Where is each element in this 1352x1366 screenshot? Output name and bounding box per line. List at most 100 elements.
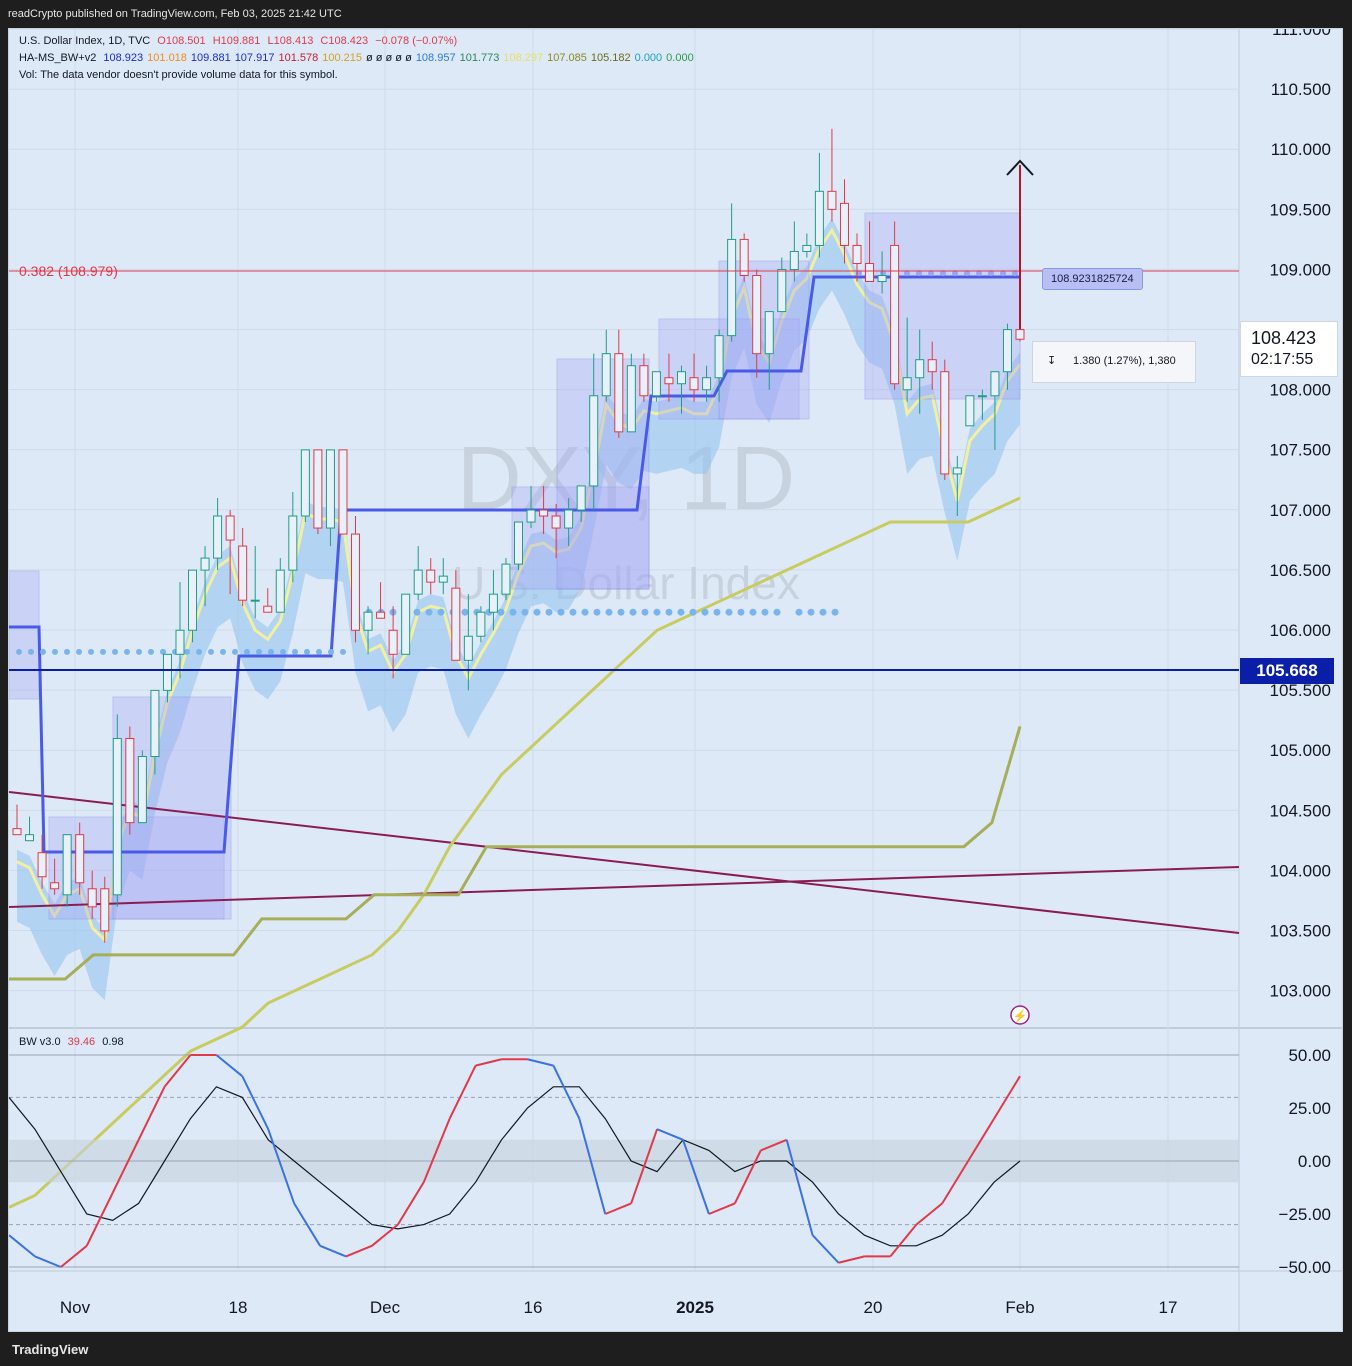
time-axis-label: Dec (370, 1298, 401, 1317)
osc-axis-label: 50.00 (1288, 1046, 1331, 1065)
osc-legend: BW v3.0 39.46 0.98 (19, 1036, 128, 1048)
dot-level (292, 648, 298, 655)
dot-level (497, 608, 505, 616)
time-axis-label: 17 (1159, 1298, 1178, 1317)
oscillator-axis[interactable]: 50.00 25.00 0.00 −25.00 −50.00 (1279, 1046, 1331, 1277)
dot-level (76, 648, 82, 655)
dot-level (232, 648, 238, 655)
candle-body (1002, 329, 1012, 373)
candle-body (940, 371, 950, 475)
dot-level (725, 608, 733, 616)
legend-indicator-value: 107.917 (234, 52, 275, 64)
price-axis-label: 104.500 (1270, 801, 1331, 820)
candle-body (476, 611, 486, 637)
support-price-tag[interactable]: 105.668 (1240, 658, 1334, 684)
dot-level (713, 608, 721, 616)
dot-level (807, 608, 815, 616)
dot-level (437, 608, 445, 616)
marker-price-tag[interactable]: 108.9231825724 (1042, 268, 1143, 290)
candle-body (125, 737, 135, 824)
candle-body (213, 515, 223, 559)
dot-level (569, 608, 577, 616)
dot-level (509, 608, 517, 616)
price-axis-label: 105.000 (1270, 741, 1331, 760)
legend-indicator-value: 108.923 (103, 52, 144, 64)
price-axis-label: 109.500 (1270, 200, 1331, 219)
legend-open: O108.501 (157, 35, 206, 47)
legend-indicator-value: ø ø ø ø ø (365, 52, 412, 64)
chart-svg[interactable]: DXY, 1D U.S. Dollar Index 0.382 (108.979… (9, 29, 1342, 1331)
legend-indicator-value: 108.957 (415, 52, 456, 64)
dot-level (280, 648, 286, 655)
bottom-bar: TradingView (0, 1332, 1352, 1366)
candle-body (839, 202, 849, 246)
legend-indicator-value: 105.182 (590, 52, 631, 64)
measure-icon: ↧ (1047, 355, 1057, 367)
dot-level (100, 648, 106, 655)
time-axis[interactable]: Nov 18 Dec 16 2025 20 Feb 17 (60, 1298, 1178, 1317)
osc-axis-label: −25.00 (1279, 1205, 1331, 1224)
candle-body (514, 521, 523, 565)
candle-body (551, 515, 561, 529)
candle-body (188, 569, 198, 631)
candle-body (451, 587, 461, 661)
candle-body (814, 190, 824, 246)
countdown: 02:17:55 (1251, 351, 1314, 368)
fib-label: 0.382 (108.979) (19, 263, 118, 279)
candle-body (664, 377, 674, 385)
candle-body (238, 545, 248, 601)
candle-body (501, 563, 511, 595)
last-price: 108.423 (1251, 328, 1317, 348)
candle-body (676, 371, 686, 385)
dot-level (581, 608, 589, 616)
candle-body (990, 371, 1000, 397)
last-price-tag[interactable]: 108.423 02:17:55 (1240, 321, 1338, 377)
candle-body (689, 377, 699, 391)
legend-indicator-value: 109.881 (190, 52, 231, 64)
legend-symbol-name: U.S. Dollar Index, 1D, TVC (19, 35, 151, 47)
brand-logo: TradingView (12, 1342, 89, 1357)
dot-level (316, 648, 322, 655)
candle-body (589, 395, 599, 487)
measure-text: 1.380 (1.27%), 1,380 (1073, 355, 1176, 367)
osc-legend-v2: 0.98 (102, 1036, 124, 1048)
candle-body (150, 689, 160, 758)
candle-body (325, 449, 335, 529)
candle-body (175, 629, 185, 655)
measure-box[interactable]: ↧ 1.380 (1.27%), 1,380 (1032, 341, 1196, 383)
dot-level (701, 608, 709, 616)
candle-body (275, 569, 285, 613)
candle-body (288, 515, 298, 571)
time-axis-label: 16 (524, 1298, 543, 1317)
dot-level (677, 608, 685, 616)
chart-frame[interactable]: DXY, 1D U.S. Dollar Index 0.382 (108.979… (8, 28, 1343, 1332)
candle-body (250, 599, 260, 602)
osc-axis-label: 0.00 (1298, 1152, 1331, 1171)
dot-level (304, 648, 310, 655)
candle-body (200, 557, 210, 571)
dot-level (64, 648, 70, 655)
price-axis-label: 107.500 (1270, 441, 1331, 460)
legend-indicator-value: 107.085 (547, 52, 587, 64)
candle-body (852, 244, 862, 264)
legend-indicator-value: 101.018 (147, 52, 187, 64)
dot-level (749, 608, 757, 616)
candle-body (952, 467, 962, 475)
dot-level (340, 648, 346, 655)
osc-axis-label: −50.00 (1279, 1258, 1331, 1277)
dot-level (413, 608, 421, 616)
dot-level (629, 608, 637, 616)
candle-body (651, 371, 661, 397)
legend-indicator-value: 0.000 (634, 52, 663, 64)
osc-legend-name: BW v3.0 (19, 1036, 61, 1048)
candle-body (338, 449, 348, 535)
candle-body (539, 509, 549, 517)
candle-body (702, 377, 712, 391)
price-axis-label: 109.000 (1270, 260, 1331, 279)
dot-level (761, 608, 769, 616)
dot-level (795, 608, 803, 616)
dot-level (136, 648, 142, 655)
price-axis[interactable]: 111.000110.500110.000109.500109.000108.5… (1270, 29, 1331, 1001)
price-axis-label: 103.500 (1270, 922, 1331, 941)
legend-indicator-name: HA-MS_BW+v2 (19, 52, 97, 64)
